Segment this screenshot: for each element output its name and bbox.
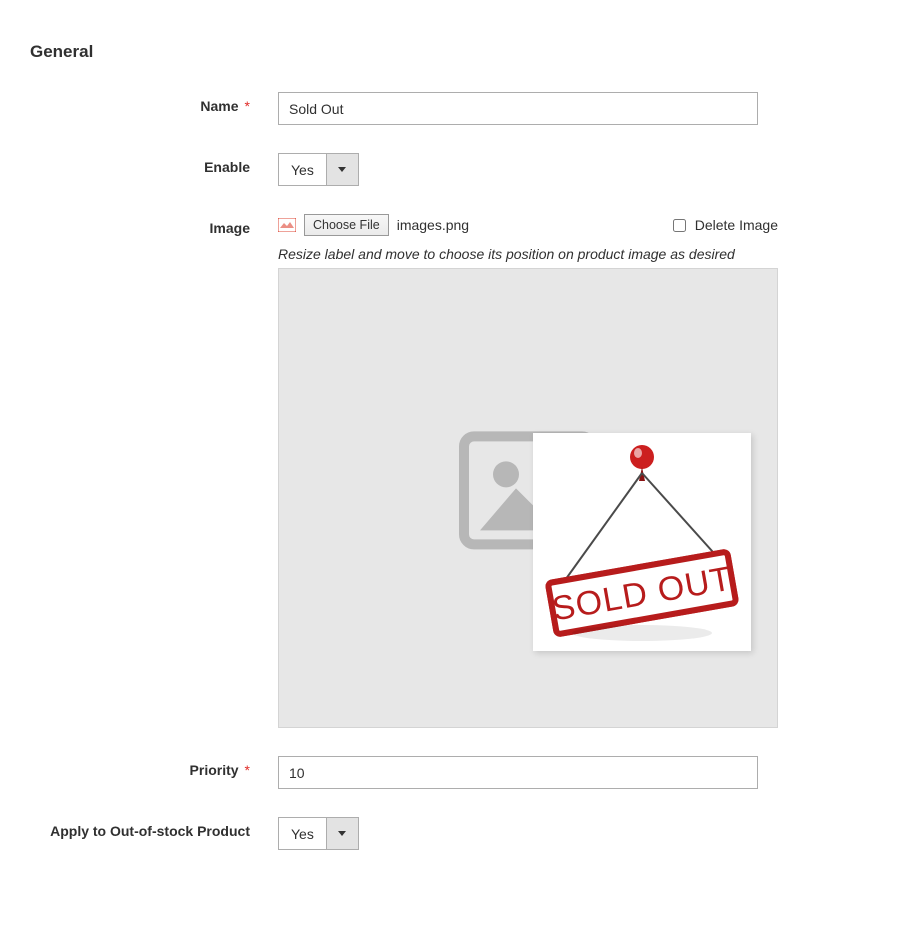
row-image-canvas: Resize label and move to choose its posi… (30, 246, 877, 728)
section-title: General (30, 42, 877, 62)
image-hint: Resize label and move to choose its posi… (278, 246, 877, 262)
label-enable: Enable (30, 153, 278, 175)
enable-select[interactable]: Yes (278, 153, 877, 186)
delete-image-label: Delete Image (695, 217, 778, 233)
name-input[interactable] (278, 92, 758, 125)
enable-select-value: Yes (278, 153, 326, 186)
apply-oos-select-value: Yes (278, 817, 326, 850)
label-image: Image (30, 214, 278, 236)
apply-oos-select[interactable]: Yes (278, 817, 877, 850)
file-name: images.png (397, 217, 469, 233)
row-apply-oos: Apply to Out-of-stock Product Yes (30, 817, 877, 850)
label-priority: Priority* (30, 756, 278, 778)
priority-input[interactable] (278, 756, 758, 789)
delete-image-wrap[interactable]: Delete Image (669, 216, 778, 235)
row-priority: Priority* (30, 756, 877, 789)
choose-file-button[interactable]: Choose File (304, 214, 389, 236)
label-name: Name* (30, 92, 278, 114)
row-name: Name* (30, 92, 877, 125)
image-thumb-icon (278, 218, 296, 232)
delete-image-checkbox[interactable] (673, 219, 686, 232)
row-image: Image Choose File images.png Delete Imag… (30, 214, 877, 236)
chevron-down-icon (326, 153, 359, 186)
label-apply-oos: Apply to Out-of-stock Product (30, 817, 278, 839)
overlay-label[interactable]: SOLD OUT (533, 433, 751, 651)
row-enable: Enable Yes (30, 153, 877, 186)
chevron-down-icon (326, 817, 359, 850)
image-position-canvas[interactable]: SOLD OUT (278, 268, 778, 728)
